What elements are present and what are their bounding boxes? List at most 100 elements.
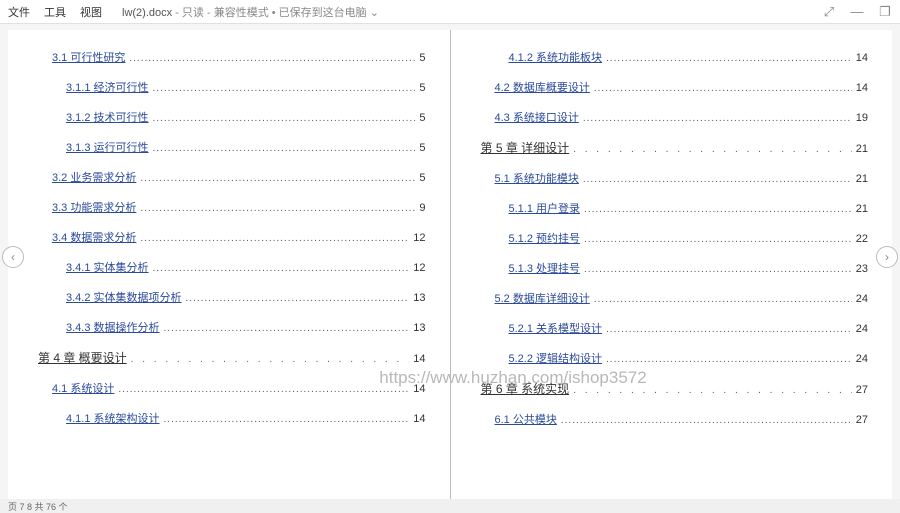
toc-page-number: 24 [856, 353, 868, 365]
toc-leader: ........................................… [606, 324, 852, 335]
toc-leader: ........................................… [583, 113, 852, 124]
toc-page-number: 21 [856, 203, 868, 215]
statusbar: 页 7 8 共 76 个 [0, 499, 900, 513]
toc-leader: . . . . . . . . . . . . . . . . . . . . … [131, 354, 410, 365]
toc-page-number: 21 [856, 143, 868, 155]
toc-leader: ........................................… [584, 234, 852, 245]
toc-page-number: 27 [856, 414, 868, 426]
toc-entry: 3.1 可行性研究...............................… [38, 49, 426, 65]
toc-link[interactable]: 5.1.1 用户登录 [509, 200, 581, 216]
toc-leader: ........................................… [164, 414, 410, 425]
toc-link[interactable]: 5.1.2 预约挂号 [509, 230, 581, 246]
menu-view[interactable]: 视图 [80, 4, 102, 20]
toc-entry: 3.4 数据需求分析..............................… [38, 229, 426, 245]
toc-leader: ........................................… [594, 294, 852, 305]
toc-page-number: 12 [413, 232, 425, 244]
toc-link[interactable]: 3.1 可行性研究 [52, 49, 125, 65]
ribbon-toggle-icon[interactable]: ⤢ [822, 4, 836, 20]
menu-tools[interactable]: 工具 [44, 4, 66, 20]
toc-page-number: 21 [856, 173, 868, 185]
toc-page-number: 23 [856, 263, 868, 275]
toc-link[interactable]: 第 5 章 详细设计 [481, 139, 570, 156]
toc-entry: 第 5 章 详细设计. . . . . . . . . . . . . . . … [481, 139, 869, 156]
toc-page-number: 14 [413, 353, 425, 365]
toc-leader: ........................................… [584, 264, 852, 275]
toc-page-number: 22 [856, 233, 868, 245]
toc-link[interactable]: 3.1.1 经济可行性 [66, 79, 149, 95]
toc-page-number: 9 [419, 202, 425, 214]
menu-file[interactable]: 文件 [8, 4, 30, 20]
toc-link[interactable]: 3.4.2 实体集数据项分析 [66, 289, 182, 305]
toc-link[interactable]: 3.2 业务需求分析 [52, 169, 136, 185]
toc-entry: 4.1.2 系统功能板块............................… [481, 49, 869, 65]
toc-link[interactable]: 3.3 功能需求分析 [52, 199, 136, 215]
toc-entry: 4.2 数据库概要设计.............................… [481, 79, 869, 95]
toc-link[interactable]: 4.1.1 系统架构设计 [66, 410, 160, 426]
toc-leader: ........................................… [140, 233, 409, 244]
toc-entry: 4.1.1 系统架构设计............................… [38, 410, 426, 426]
toc-page-number: 13 [413, 322, 425, 334]
toc-leader: ........................................… [153, 83, 416, 94]
toc-page-number: 13 [413, 292, 425, 304]
toc-link[interactable]: 5.1.3 处理挂号 [509, 260, 581, 276]
page-left: 3.1 可行性研究...............................… [8, 30, 450, 500]
toc-entry: 5.2 数据库详细设计.............................… [481, 290, 869, 306]
toc-leader: ........................................… [118, 384, 409, 395]
next-page-button[interactable]: › [876, 246, 898, 268]
toc-page-number: 14 [413, 383, 425, 395]
toc-page-number: 12 [413, 262, 425, 274]
toc-entry: 4.1 系统设计................................… [38, 380, 426, 396]
toc-entry: 3.1.2 技术可行性.............................… [38, 109, 426, 125]
toc-page-number: 5 [419, 172, 425, 184]
toc-leader: ........................................… [583, 174, 852, 185]
toc-entry: 3.4.1 实体集分析.............................… [38, 259, 426, 275]
toc-leader: . . . . . . . . . . . . . . . . . . . . … [573, 385, 852, 396]
toc-leader: ........................................… [140, 173, 415, 184]
toc-leader: ........................................… [584, 204, 852, 215]
toc-link[interactable]: 5.2.1 关系模型设计 [509, 320, 603, 336]
doc-title: lw(2).docx - 只读 - 兼容性模式 • 已保存到这台电脑 ⌄ [122, 4, 379, 20]
toc-page-number: 14 [856, 52, 868, 64]
toc-leader: ........................................… [561, 415, 852, 426]
toc-link[interactable]: 第 4 章 概要设计 [38, 349, 127, 366]
toc-link[interactable]: 4.1.2 系统功能板块 [509, 49, 603, 65]
toc-leader: ........................................… [164, 323, 410, 334]
restore-icon[interactable]: ❐ [878, 4, 892, 20]
chevron-down-icon[interactable]: ⌄ [370, 7, 379, 19]
toc-page-number: 5 [419, 112, 425, 124]
toc-entry: 第 6 章 系统实现. . . . . . . . . . . . . . . … [481, 380, 869, 397]
toc-link[interactable]: 5.1 系统功能模块 [495, 170, 579, 186]
toc-link[interactable]: 第 6 章 系统实现 [481, 380, 570, 397]
toc-page-number: 19 [856, 112, 868, 124]
toc-entry: 5.1.3 处理挂号..............................… [481, 260, 869, 276]
toc-page-number: 5 [419, 52, 425, 64]
toc-page-number: 14 [413, 413, 425, 425]
toc-leader: . . . . . . . . . . . . . . . . . . . . … [573, 144, 852, 155]
minimize-icon[interactable]: ― [850, 4, 864, 20]
toc-link[interactable]: 6.1 公共模块 [495, 411, 557, 427]
prev-page-button[interactable]: ‹ [2, 246, 24, 268]
toc-link[interactable]: 4.3 系统接口设计 [495, 109, 579, 125]
toc-entry: 5.1.1 用户登录..............................… [481, 200, 869, 216]
toc-page-number: 27 [856, 384, 868, 396]
toc-link[interactable]: 4.2 数据库概要设计 [495, 79, 590, 95]
toc-entry: 3.1.1 经济可行性.............................… [38, 79, 426, 95]
toc-page-number: 5 [419, 82, 425, 94]
toc-link[interactable]: 3.1.3 运行可行性 [66, 139, 149, 155]
toc-link[interactable]: 5.2.2 逻辑结构设计 [509, 350, 603, 366]
toc-link[interactable]: 5.2 数据库详细设计 [495, 290, 590, 306]
toc-leader: ........................................… [606, 354, 852, 365]
toc-leader: ........................................… [186, 293, 410, 304]
toc-leader: ........................................… [140, 203, 415, 214]
toc-entry: 6.1 公共模块................................… [481, 411, 869, 427]
toc-entry: 3.4.3 数据操作分析............................… [38, 319, 426, 335]
toc-link[interactable]: 3.4 数据需求分析 [52, 229, 136, 245]
toc-link[interactable]: 3.4.3 数据操作分析 [66, 319, 160, 335]
toc-link[interactable]: 3.1.2 技术可行性 [66, 109, 149, 125]
toc-entry: 5.1.2 预约挂号..............................… [481, 230, 869, 246]
toc-leader: ........................................… [594, 83, 852, 94]
toc-link[interactable]: 4.1 系统设计 [52, 380, 114, 396]
toc-leader: ........................................… [606, 53, 852, 64]
toc-link[interactable]: 3.4.1 实体集分析 [66, 259, 149, 275]
toc-entry: 3.4.2 实体集数据项分析..........................… [38, 289, 426, 305]
